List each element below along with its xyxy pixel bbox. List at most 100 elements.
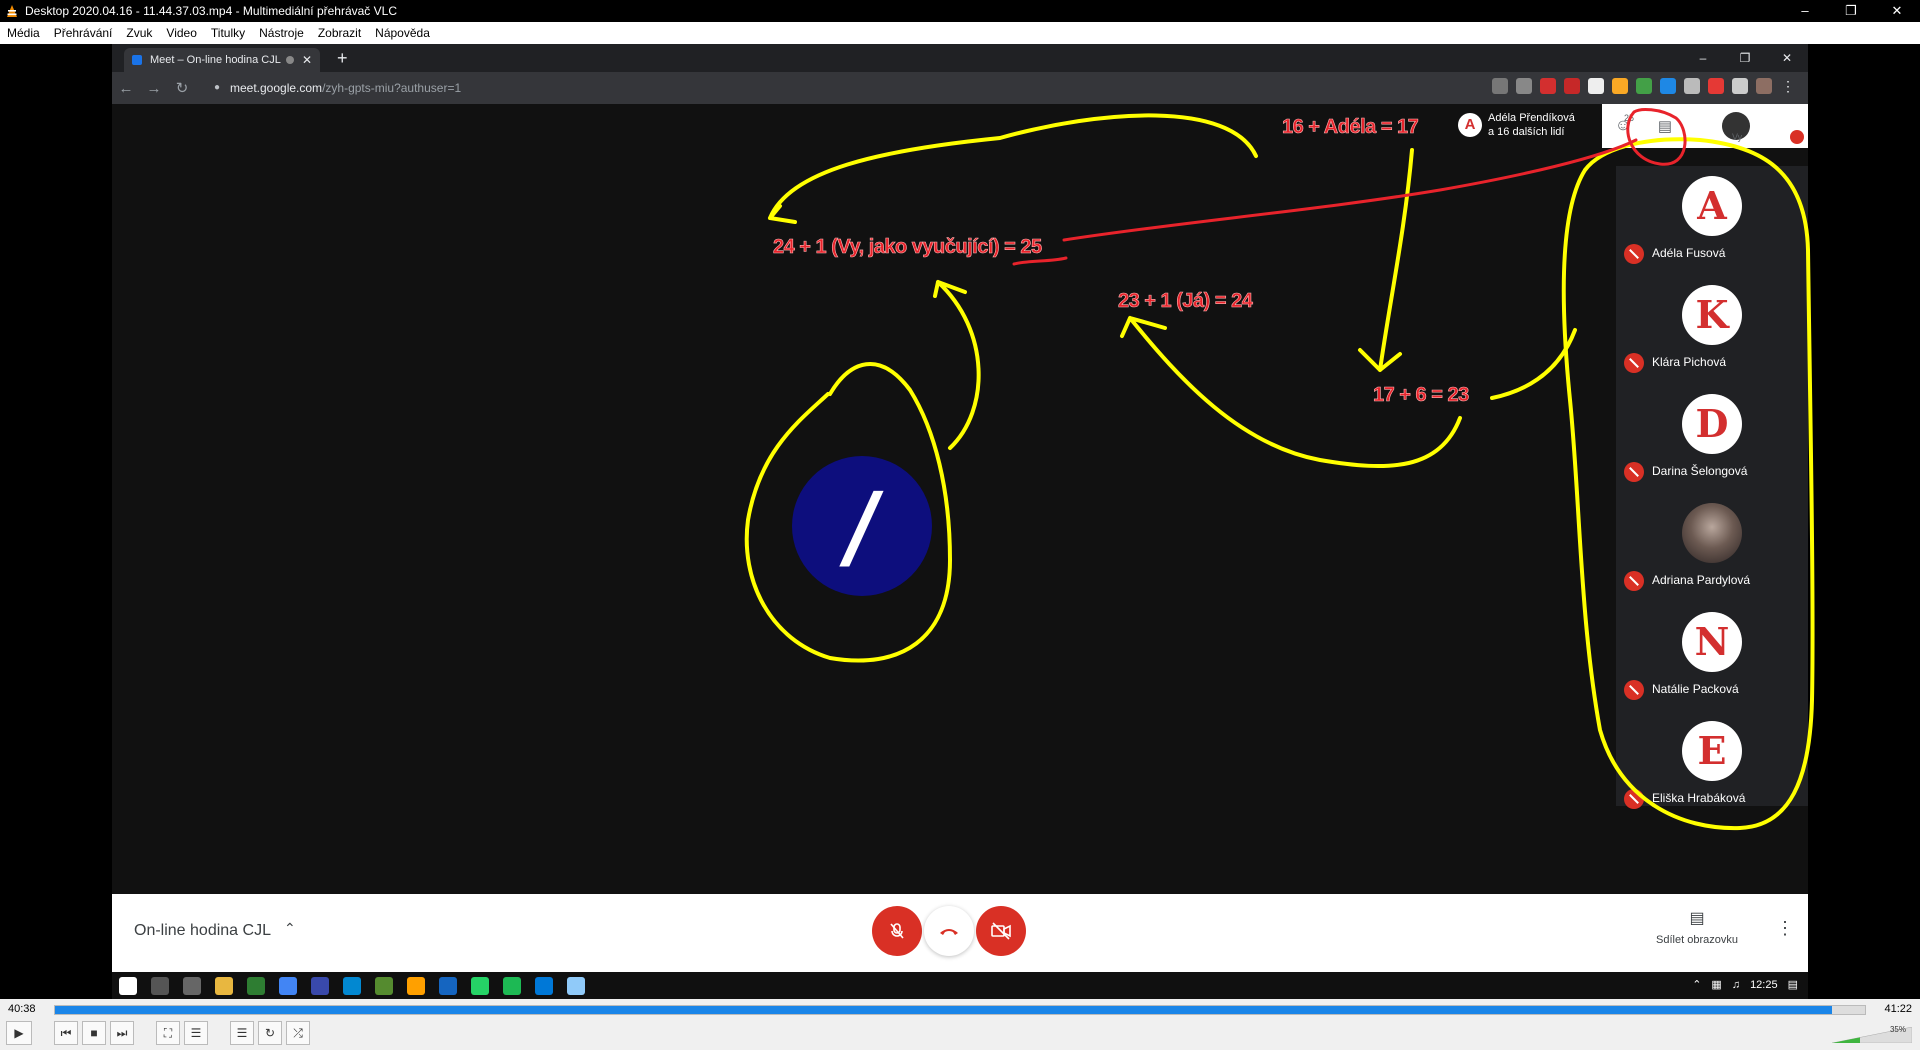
menu-playback[interactable]: Přehrávání: [47, 26, 120, 40]
chip-more: a 16 dalších lidí: [1488, 126, 1565, 138]
network-icon[interactable]: ▦: [1711, 978, 1721, 991]
new-tab-button[interactable]: +: [337, 48, 348, 68]
windows-taskbar: ⌃ ▦ ♫ 12:25 ▤: [112, 972, 1808, 1000]
participant-tile[interactable]: K Klára Pichová: [1616, 285, 1808, 393]
participant-tile[interactable]: E Eliška Hrabáková: [1616, 721, 1808, 829]
chrome-icon[interactable]: [279, 977, 297, 995]
people-icon[interactable]: ☺ 25: [1602, 113, 1644, 135]
participants-chip[interactable]: A Adéla Přendíková a 16 dalších lidí: [1452, 106, 1602, 144]
menu-help[interactable]: Nápověda: [368, 26, 437, 40]
participant-tile[interactable]: N Natálie Packová: [1616, 612, 1808, 720]
menu-view[interactable]: Zobrazit: [311, 26, 368, 40]
participant-photo: [1682, 503, 1742, 563]
close-button[interactable]: ✕: [1874, 0, 1920, 22]
menu-tools[interactable]: Nástroje: [252, 26, 311, 40]
whatsapp-icon[interactable]: [471, 977, 489, 995]
browser-minimize-button[interactable]: –: [1682, 44, 1724, 72]
back-icon[interactable]: ←: [112, 80, 140, 97]
participant-avatar: A: [1682, 176, 1742, 236]
shuffle-icon[interactable]: ⤮: [286, 1021, 310, 1045]
volume-icon[interactable]: ♫: [1732, 979, 1740, 991]
camera-icon[interactable]: [1492, 78, 1508, 94]
extension-icon[interactable]: [1564, 78, 1580, 94]
end-call-button[interactable]: [924, 906, 974, 956]
spotify-icon[interactable]: [503, 977, 521, 995]
window-title: Desktop 2020.04.16 - 11.44.37.03.mp4 - M…: [25, 4, 397, 18]
extension-icon[interactable]: [1540, 78, 1556, 94]
share-screen-button[interactable]: ▤ Sdílet obrazovku: [1642, 908, 1752, 946]
participant-name: Darina Šelongová: [1652, 464, 1748, 478]
volume-percent: 35%: [1889, 1025, 1906, 1034]
fullscreen-icon[interactable]: ⛶: [156, 1021, 180, 1045]
extension-icon[interactable]: [1708, 78, 1724, 94]
meeting-title[interactable]: On-line hodina CJL: [134, 922, 271, 940]
minecraft-icon[interactable]: [375, 977, 393, 995]
star-icon[interactable]: [1516, 78, 1532, 94]
chevron-up-icon[interactable]: ⌃: [1692, 978, 1701, 991]
address-bar[interactable]: ● meet.google.com /zyh-gpts-miu?authuser…: [206, 76, 1406, 100]
minimize-button[interactable]: –: [1782, 0, 1828, 22]
browser-toolbar: ← → ↻ ● meet.google.com /zyh-gpts-miu?au…: [112, 72, 1808, 104]
app-icon[interactable]: [311, 977, 329, 995]
annotation-text: 17 + 6 = 23: [1373, 384, 1470, 407]
participant-tile[interactable]: A Adéla Fusová: [1616, 176, 1808, 284]
stop-icon[interactable]: ■: [82, 1021, 106, 1045]
extended-settings-icon[interactable]: ☰: [184, 1021, 208, 1045]
playlist-icon[interactable]: [1732, 78, 1748, 94]
meet-favicon-icon: [132, 55, 142, 65]
loop-icon[interactable]: ↻: [258, 1021, 282, 1045]
participant-name: Adriana Pardylová: [1652, 573, 1751, 587]
previous-icon[interactable]: ⏮: [54, 1021, 78, 1045]
app-icon[interactable]: [247, 977, 265, 995]
reload-icon[interactable]: ↻: [168, 79, 196, 97]
play-icon[interactable]: ▶: [6, 1021, 32, 1045]
windows-start-icon[interactable]: [119, 977, 137, 995]
browser-close-button[interactable]: ✕: [1766, 44, 1808, 72]
clock[interactable]: 12:25: [1750, 979, 1778, 991]
tab-close-icon[interactable]: ✕: [302, 53, 312, 67]
chevron-up-icon[interactable]: ⌃: [284, 920, 296, 937]
next-icon[interactable]: ⏭: [110, 1021, 134, 1045]
browser-restore-button[interactable]: ❐: [1724, 44, 1766, 72]
more-options-icon[interactable]: ⋮: [1776, 918, 1794, 939]
vlc-menu-bar: Média Přehrávání Zvuk Video Titulky Nást…: [0, 22, 1920, 44]
app-icon[interactable]: [407, 977, 425, 995]
seek-bar[interactable]: [54, 1005, 1866, 1015]
menu-media[interactable]: Média: [0, 26, 47, 40]
mic-off-icon: [890, 923, 904, 939]
playlist-icon[interactable]: ☰: [230, 1021, 254, 1045]
participant-tile[interactable]: Adriana Pardylová: [1616, 503, 1808, 611]
restore-button[interactable]: ❐: [1828, 0, 1874, 22]
tab-title: Meet – On-line hodina CJL: [150, 54, 281, 66]
avatar-icon[interactable]: [1756, 78, 1772, 94]
vlc-window: Desktop 2020.04.16 - 11.44.37.03.mp4 - M…: [0, 0, 1920, 1050]
menu-subtitles[interactable]: Titulky: [204, 26, 252, 40]
app-icon[interactable]: [535, 977, 553, 995]
extension-icon[interactable]: [1588, 78, 1604, 94]
camera-toggle-button[interactable]: [976, 906, 1026, 956]
forward-icon[interactable]: →: [140, 80, 168, 97]
menu-video[interactable]: Video: [159, 26, 203, 40]
menu-audio[interactable]: Zvuk: [119, 26, 159, 40]
app-icon[interactable]: [567, 977, 585, 995]
notifications-icon[interactable]: ▤: [1788, 978, 1798, 991]
extension-icon[interactable]: [1684, 78, 1700, 94]
chat-icon[interactable]: ▤: [1644, 117, 1686, 135]
file-explorer-icon[interactable]: [215, 977, 233, 995]
extension-icon[interactable]: [1660, 78, 1676, 94]
edge-icon[interactable]: [343, 977, 361, 995]
extension-icon[interactable]: [1636, 78, 1652, 94]
extension-icon[interactable]: [1612, 78, 1628, 94]
app-icon[interactable]: [439, 977, 457, 995]
mic-toggle-button[interactable]: [872, 906, 922, 956]
search-icon[interactable]: [151, 977, 169, 995]
annotation-text: 23 + 1 (Já) = 24: [1118, 290, 1253, 313]
participant-tile[interactable]: D Darina Šelongová: [1616, 394, 1808, 502]
task-view-icon[interactable]: [183, 977, 201, 995]
kebab-menu-icon[interactable]: ⋮: [1780, 78, 1796, 94]
tab-meet[interactable]: Meet – On-line hodina CJL ✕: [124, 48, 320, 72]
hang-up-icon: [940, 929, 958, 935]
total-time: 41:22: [1884, 1003, 1912, 1015]
